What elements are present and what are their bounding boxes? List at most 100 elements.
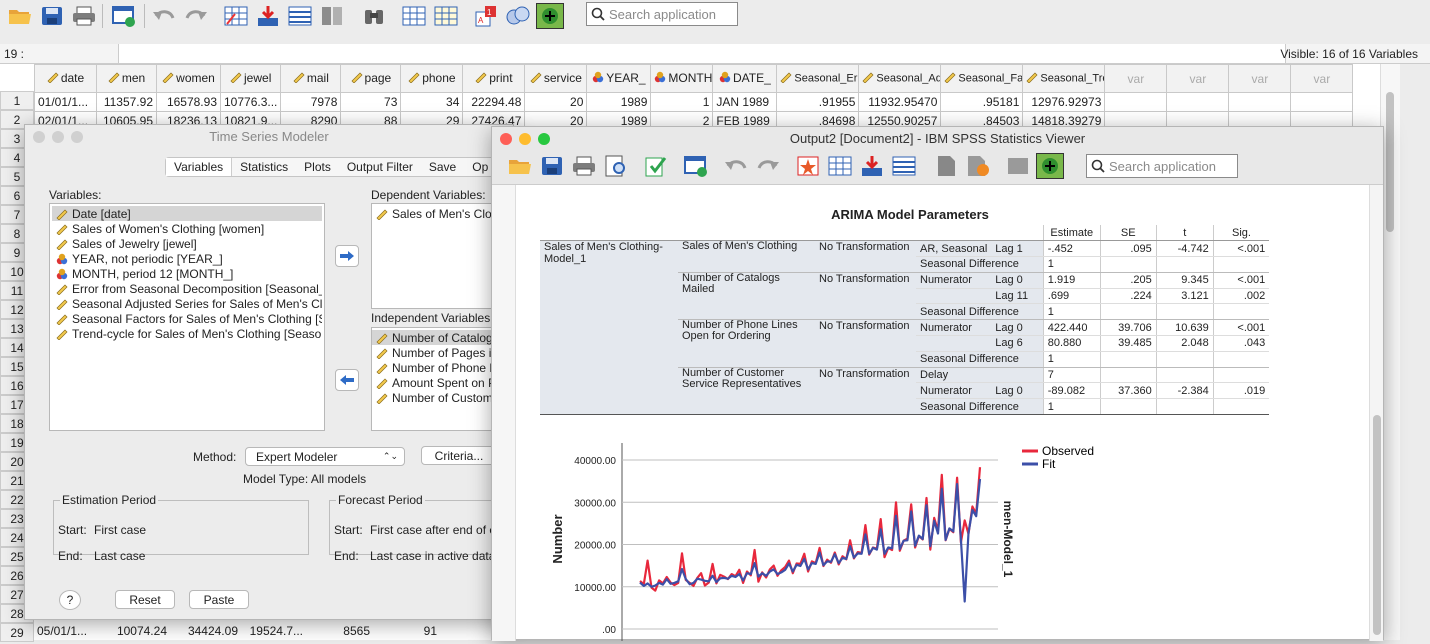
- column-header[interactable]: var: [1166, 64, 1230, 93]
- minimize-icon[interactable]: [52, 131, 64, 143]
- list-item[interactable]: Number of Pages in: [372, 345, 492, 360]
- list-item[interactable]: Error from Seasonal Decomposition [Seaso…: [52, 281, 322, 296]
- print-preview-icon[interactable]: [602, 153, 630, 179]
- move-independent-button[interactable]: [335, 369, 359, 391]
- column-header[interactable]: YEAR_: [586, 64, 652, 93]
- variables-icon[interactable]: [890, 153, 918, 179]
- tab-plots[interactable]: Plots: [296, 158, 339, 176]
- table-cell[interactable]: [1290, 92, 1354, 112]
- table-cell[interactable]: 11357.92: [96, 92, 157, 112]
- table-cell[interactable]: 01/01/1...: [34, 92, 97, 112]
- undo-icon[interactable]: [150, 3, 178, 29]
- table-cell[interactable]: 1: [650, 92, 714, 112]
- table-cell[interactable]: [1166, 92, 1230, 112]
- cell-editor[interactable]: [118, 44, 1286, 63]
- zoom-icon[interactable]: [538, 133, 550, 145]
- column-header[interactable]: MONTH_: [650, 64, 714, 93]
- goto-variable-icon[interactable]: [254, 3, 282, 29]
- table-cell[interactable]: 12976.92973: [1022, 92, 1106, 112]
- column-header[interactable]: service: [524, 64, 588, 93]
- extension-icon[interactable]: [1036, 153, 1064, 179]
- help-button[interactable]: ?: [59, 590, 81, 610]
- table-cell[interactable]: 8565: [306, 624, 373, 640]
- open-folder-icon[interactable]: [6, 3, 34, 29]
- list-item[interactable]: Number of Catalogs: [372, 330, 492, 345]
- row-number[interactable]: 1: [0, 91, 34, 110]
- column-header[interactable]: women: [156, 64, 221, 93]
- criteria-button[interactable]: Criteria...: [421, 446, 497, 465]
- goto-data-icon[interactable]: [794, 153, 822, 179]
- close-icon[interactable]: [500, 133, 512, 145]
- list-item[interactable]: Sales of Men's Clothin: [372, 206, 492, 221]
- print-icon[interactable]: [70, 3, 98, 29]
- outline-pane[interactable]: [492, 185, 516, 641]
- table-cell[interactable]: .95181: [940, 92, 1024, 112]
- column-header[interactable]: mail: [280, 64, 342, 93]
- column-header[interactable]: Seasonal_AdjSer_Men: [858, 64, 942, 93]
- column-header[interactable]: page: [340, 64, 402, 93]
- tab-output-filter[interactable]: Output Filter: [339, 158, 421, 176]
- list-item[interactable]: Seasonal Adjusted Series for Sales of Me…: [52, 296, 322, 311]
- table-cell[interactable]: 34424.09: [170, 624, 241, 640]
- column-header[interactable]: Seasonal_Factors_Men: [940, 64, 1024, 93]
- move-dependent-button[interactable]: [335, 245, 359, 267]
- split-file-icon[interactable]: [318, 3, 346, 29]
- designate-window-icon[interactable]: [932, 153, 960, 179]
- table-cell[interactable]: 10074.24: [103, 624, 170, 640]
- row-number[interactable]: 29: [0, 623, 34, 642]
- script-icon[interactable]: [964, 153, 992, 179]
- search-input[interactable]: Search application: [586, 2, 738, 26]
- column-header[interactable]: var: [1228, 64, 1292, 93]
- table-cell[interactable]: 20: [524, 92, 588, 112]
- reset-button[interactable]: Reset: [115, 590, 175, 609]
- save-icon[interactable]: [538, 153, 566, 179]
- goto-case-icon[interactable]: [222, 3, 250, 29]
- table-cell[interactable]: 91: [373, 624, 440, 640]
- extension-icon[interactable]: [536, 3, 564, 29]
- scroll-thumb[interactable]: [1386, 92, 1394, 232]
- viewer-search-input[interactable]: Search application: [1086, 154, 1238, 178]
- dialog-recall-icon[interactable]: [110, 3, 138, 29]
- list-item[interactable]: Amount Spent on Pri: [372, 375, 492, 390]
- list-item[interactable]: Seasonal Factors for Sales of Men's Clot…: [52, 311, 322, 326]
- find-icon[interactable]: [360, 3, 388, 29]
- dialog-recall-icon[interactable]: [682, 153, 710, 179]
- column-header[interactable]: men: [96, 64, 157, 93]
- table-cell[interactable]: 05/01/1...: [34, 624, 103, 640]
- redo-icon[interactable]: [182, 3, 210, 29]
- value-labels-icon[interactable]: A1: [472, 3, 500, 29]
- scroll-thumb[interactable]: [1373, 415, 1381, 635]
- list-item[interactable]: Sales of Jewelry [jewel]: [52, 236, 322, 251]
- table-cell[interactable]: .91955: [776, 92, 860, 112]
- column-header[interactable]: Seasonal_Err_Men: [776, 64, 860, 93]
- table-cell[interactable]: JAN 1989: [712, 92, 778, 112]
- goto-case-icon[interactable]: [826, 153, 854, 179]
- table-cell[interactable]: 7978: [280, 92, 342, 112]
- open-folder-icon[interactable]: [506, 153, 534, 179]
- table-cell[interactable]: 73: [340, 92, 402, 112]
- table-cell[interactable]: 22294.48: [462, 92, 526, 112]
- dependent-list[interactable]: Sales of Men's Clothin: [371, 203, 493, 309]
- minimize-icon[interactable]: [519, 133, 531, 145]
- print-icon[interactable]: [570, 153, 598, 179]
- column-header[interactable]: var: [1290, 64, 1354, 93]
- list-item[interactable]: Sales of Women's Clothing [women]: [52, 221, 322, 236]
- variables-list[interactable]: Date [date] Sales of Women's Clothing [wo…: [49, 203, 325, 431]
- list-item[interactable]: Number of Phone Lin: [372, 360, 492, 375]
- viewer-scrollbar[interactable]: [1369, 185, 1383, 641]
- list-item[interactable]: YEAR, not periodic [YEAR_]: [52, 251, 322, 266]
- independent-list[interactable]: Number of Catalogs Number of Pages in Numb…: [371, 327, 493, 431]
- column-header[interactable]: jewel: [219, 64, 282, 93]
- export-icon[interactable]: [642, 153, 670, 179]
- column-header[interactable]: DATE_: [712, 64, 778, 93]
- insert-cases-icon[interactable]: [400, 3, 428, 29]
- table-cell[interactable]: 1989: [586, 92, 652, 112]
- tab-statistics[interactable]: Statistics: [232, 158, 296, 176]
- close-icon[interactable]: [33, 131, 45, 143]
- zoom-icon[interactable]: [71, 131, 83, 143]
- method-select[interactable]: Expert Modeler ⌃⌄: [245, 447, 405, 466]
- column-header[interactable]: var: [1104, 64, 1168, 93]
- insert-variable-icon[interactable]: [432, 3, 460, 29]
- column-header[interactable]: date: [34, 64, 97, 93]
- tab-save[interactable]: Save: [421, 158, 464, 176]
